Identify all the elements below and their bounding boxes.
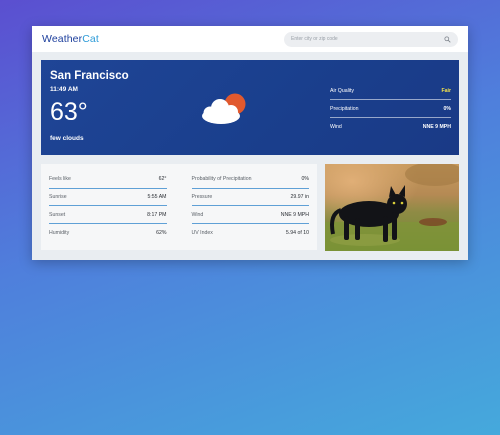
search-input[interactable] [291, 36, 444, 42]
pop-label: Probability of Precipitation [191, 176, 252, 183]
cat-photo [325, 164, 459, 251]
partly-cloudy-icon [202, 93, 246, 124]
weather-app-window: WeatherCat San Francisco 11:49 AM 63° fe… [32, 26, 468, 260]
details-left-column: Feels like 62° Sunrise 5:55 AM Sunset 8:17 … [49, 171, 167, 243]
pressure-label: Pressure [191, 194, 213, 201]
wind-detail-value: NNE 9 MPH [280, 211, 309, 218]
app-logo[interactable]: WeatherCat [42, 33, 99, 45]
search-icon[interactable] [444, 35, 451, 43]
detail-row: Wind NNE 9 MPH [191, 206, 309, 225]
details-right-column: Probability of Precipitation 0% Pressure 2… [191, 171, 310, 243]
search-bar[interactable] [284, 31, 458, 47]
detail-row: Humidity 62% [49, 224, 167, 242]
sunset-label: Sunset [49, 211, 66, 218]
weather-details-panel: Feels like 62° Sunrise 5:55 AM Sunset 8:17 … [41, 164, 317, 250]
hero-stats-list: Air Quality Fair Precipitation 0% Wind N… [330, 82, 451, 136]
pressure-value: 29.97 in [290, 194, 309, 201]
wind-value: NNE 9 MPH [422, 124, 451, 130]
detail-row: Pressure 29.97 in [191, 189, 309, 207]
detail-row: Sunset 8:17 PM [49, 206, 167, 225]
humidity-label: Humidity [49, 229, 70, 236]
current-weather-card: San Francisco 11:49 AM 63° few clouds Ai… [41, 60, 459, 155]
detail-row: Probability of Precipitation 0% [191, 171, 310, 189]
humidity-value: 62% [156, 229, 167, 236]
feels-like-label: Feels like [49, 176, 71, 183]
air-quality-value: Fair [441, 87, 451, 94]
logo-weather: Weather [42, 33, 83, 45]
city-name: San Francisco [50, 70, 129, 82]
sunrise-value: 5:55 AM [147, 194, 167, 201]
precipitation-value: 0% [443, 105, 452, 112]
weather-condition: few clouds [50, 135, 84, 142]
cat-photo-illustration [325, 164, 459, 251]
wind-row: Wind NNE 9 MPH [330, 118, 451, 136]
pop-value: 0% [301, 176, 310, 183]
detail-row: UV Index 5.94 of 10 [192, 224, 310, 242]
wind-label: Wind [330, 124, 342, 130]
wind-detail-label: Wind [191, 211, 204, 218]
feels-like-value: 62° [158, 176, 167, 183]
precipitation-row: Precipitation 0% [330, 100, 451, 118]
detail-row: Feels like 62° [49, 171, 167, 189]
precipitation-label: Precipitation [330, 105, 359, 112]
uv-index-label: UV Index [191, 229, 213, 236]
air-quality-row: Air Quality Fair [330, 82, 451, 100]
detail-row: Sunrise 5:55 AM [49, 189, 167, 207]
uv-index-value: 5.94 of 10 [285, 229, 309, 236]
air-quality-label: Air Quality [330, 87, 354, 94]
sunrise-label: Sunrise [49, 194, 67, 201]
header-bar: WeatherCat [32, 26, 468, 52]
sunset-value: 8:17 PM [147, 211, 167, 218]
logo-cat: Cat [82, 33, 99, 45]
